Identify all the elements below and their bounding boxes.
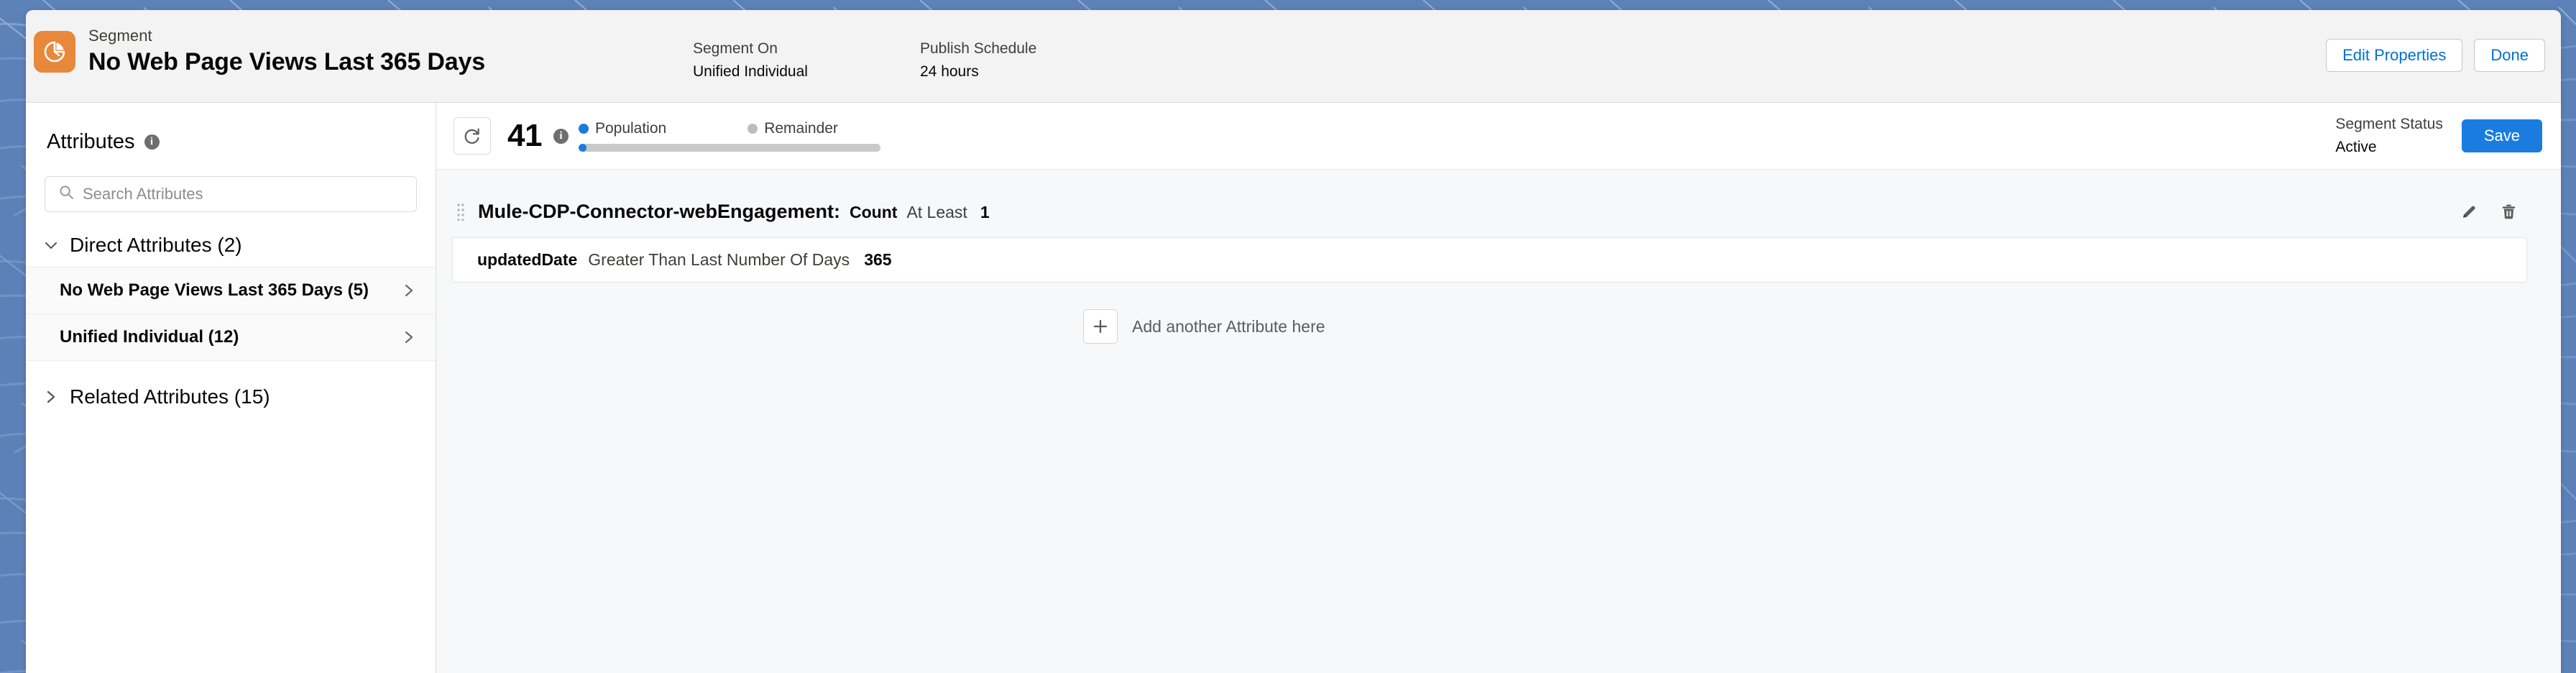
header-field-value: 24 hours bbox=[920, 63, 979, 81]
trash-icon[interactable] bbox=[2498, 201, 2518, 221]
header-field-publish-schedule: Publish Schedule 24 hours bbox=[920, 39, 1036, 83]
population-legend-block: Population Remainder bbox=[578, 120, 880, 152]
list-item-label: Unified Individual (12) bbox=[60, 327, 239, 347]
legend-label-population: Population bbox=[594, 120, 667, 137]
related-attributes-section: Related Attributes (15) bbox=[26, 385, 436, 408]
population-toolbar: 41 i Population Remainder Segment Status… bbox=[436, 103, 2561, 170]
legend-entry-remainder: Remainder bbox=[748, 120, 838, 137]
rule-value: 1 bbox=[980, 202, 990, 221]
rule-expression[interactable]: Mule-CDP-Connector-webEngagement: Count … bbox=[478, 201, 990, 223]
header-field-value: Unified Individual bbox=[693, 63, 808, 81]
sidebar-item-unified-individual[interactable]: Unified Individual (12) bbox=[26, 314, 436, 360]
rule-entity: Mule-CDP-Connector-webEngagement: bbox=[478, 200, 841, 222]
list-item-label: No Web Page Views Last 365 Days (5) bbox=[60, 280, 369, 300]
population-legend: Population Remainder bbox=[578, 120, 880, 137]
page-header: Segment No Web Page Views Last 365 Days … bbox=[26, 10, 2561, 103]
rule-actions bbox=[2459, 201, 2527, 221]
attributes-sidebar: Attributes i Search Attributes Direct At… bbox=[26, 103, 436, 673]
condition-field: updatedDate bbox=[477, 250, 578, 269]
header-field-segment-on: Segment On Unified Individual bbox=[693, 39, 808, 83]
status-block: Segment Status Active Save bbox=[2335, 114, 2542, 157]
rule-condition-row[interactable]: updatedDate Greater Than Last Number Of … bbox=[452, 237, 2527, 283]
save-button[interactable]: Save bbox=[2461, 119, 2542, 152]
add-attribute-row[interactable]: Add another Attribute here bbox=[452, 309, 2527, 344]
population-progress-fill bbox=[578, 144, 586, 152]
body-split: Attributes i Search Attributes Direct At… bbox=[26, 103, 2561, 673]
chevron-down-icon bbox=[43, 237, 59, 253]
pencil-icon[interactable] bbox=[2459, 201, 2479, 221]
related-attributes-toggle[interactable]: Related Attributes (15) bbox=[26, 385, 436, 408]
remainder-color-dot bbox=[748, 124, 758, 134]
direct-attributes-list: No Web Page Views Last 365 Days (5) Unif… bbox=[26, 267, 436, 361]
rule-function: Count bbox=[850, 202, 898, 221]
rule-header-row: Mule-CDP-Connector-webEngagement: Count … bbox=[452, 193, 2527, 229]
segment-pie-icon bbox=[34, 30, 75, 73]
related-attributes-label: Related Attributes (15) bbox=[70, 385, 270, 408]
attributes-heading: Attributes i bbox=[47, 130, 436, 154]
sidebar-item-no-web-page-views[interactable]: No Web Page Views Last 365 Days (5) bbox=[26, 267, 436, 314]
direct-attributes-section: Direct Attributes (2) No Web Page Views … bbox=[26, 234, 436, 361]
info-icon[interactable]: i bbox=[553, 128, 569, 144]
search-input[interactable] bbox=[45, 176, 417, 212]
record-identity: Segment No Web Page Views Last 365 Days bbox=[34, 27, 485, 76]
done-button[interactable]: Done bbox=[2474, 39, 2545, 72]
rules-area: Mule-CDP-Connector-webEngagement: Count … bbox=[436, 170, 2561, 344]
segment-status-label: Segment Status bbox=[2335, 116, 2443, 133]
edit-properties-button[interactable]: Edit Properties bbox=[2326, 39, 2463, 72]
segment-status-value: Active bbox=[2335, 138, 2377, 155]
population-progress-bar bbox=[578, 144, 880, 152]
direct-attributes-label: Direct Attributes (2) bbox=[70, 234, 242, 256]
header-field-label: Publish Schedule bbox=[920, 40, 1037, 57]
header-actions: Edit Properties Done bbox=[2326, 39, 2545, 72]
drag-handle-icon[interactable] bbox=[452, 202, 469, 221]
legend-label-remainder: Remainder bbox=[764, 120, 838, 137]
info-icon[interactable]: i bbox=[144, 134, 160, 150]
app-window: Segment No Web Page Views Last 365 Days … bbox=[26, 10, 2561, 673]
status-badge: Segment Status Active bbox=[2335, 114, 2442, 157]
search-attributes-wrap bbox=[45, 176, 417, 212]
legend-entry-population: Population bbox=[578, 120, 667, 137]
page-title: No Web Page Views Last 365 Days bbox=[88, 48, 485, 76]
condition-value: 365 bbox=[864, 250, 892, 269]
record-type-label: Segment bbox=[88, 27, 152, 45]
add-attribute-label: Add another Attribute here bbox=[1132, 316, 1325, 336]
chevron-right-icon bbox=[401, 329, 417, 345]
attributes-heading-label: Attributes bbox=[47, 130, 135, 153]
segment-builder-panel: 41 i Population Remainder Segment Status… bbox=[436, 103, 2561, 673]
chevron-right-icon bbox=[401, 283, 417, 298]
plus-icon[interactable] bbox=[1083, 309, 1118, 344]
direct-attributes-toggle[interactable]: Direct Attributes (2) bbox=[26, 234, 436, 257]
condition-operator: Greater Than Last Number Of Days bbox=[588, 250, 850, 269]
rule-operator: At Least bbox=[906, 202, 967, 221]
refresh-icon[interactable] bbox=[454, 117, 491, 155]
population-color-dot bbox=[578, 124, 589, 134]
rule-card: Mule-CDP-Connector-webEngagement: Count … bbox=[452, 193, 2527, 283]
chevron-right-icon bbox=[43, 389, 59, 405]
header-field-label: Segment On bbox=[693, 40, 778, 57]
population-count: 41 bbox=[507, 118, 542, 153]
